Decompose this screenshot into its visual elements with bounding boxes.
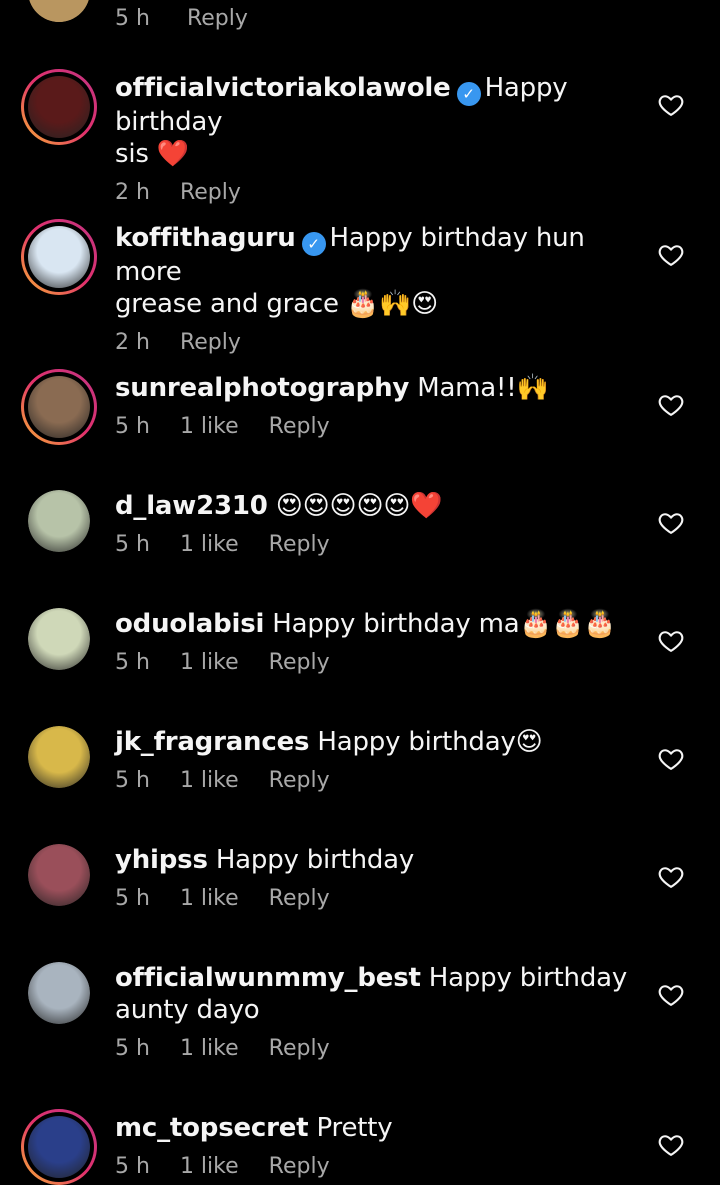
comment-text: d_law2310 😍😍😍😍😍❤️ (115, 490, 645, 522)
reply-button[interactable]: Reply (180, 330, 241, 355)
comment-time: 5 h (115, 1154, 150, 1179)
comment-time: 5 h (115, 768, 150, 793)
avatar[interactable] (28, 726, 90, 788)
avatar-image (28, 490, 90, 552)
comment-text-line1: Mama!!🙌 (417, 373, 549, 403)
avatar[interactable] (28, 962, 90, 1024)
comment-username[interactable]: jk_fragrances (115, 727, 309, 757)
comment-likes[interactable]: 1 like (180, 414, 239, 439)
like-heart-icon[interactable] (657, 509, 685, 537)
avatar[interactable] (28, 844, 90, 906)
like-heart-icon[interactable] (657, 627, 685, 655)
avatar[interactable] (28, 0, 90, 22)
reply-button[interactable]: Reply (269, 532, 330, 557)
comment-time: 5 h (115, 6, 150, 31)
comment-meta: 5 h 1 like Reply (115, 884, 645, 914)
comment-time: 5 h (115, 886, 150, 911)
like-heart-icon[interactable] (657, 981, 685, 1009)
comment-time: 5 h (115, 532, 150, 557)
reply-button[interactable]: Reply (269, 414, 330, 439)
comment-text-line1: Happy birthday (215, 845, 415, 875)
comment-likes[interactable]: 1 like (180, 1154, 239, 1179)
like-heart-icon[interactable] (657, 241, 685, 269)
avatar-image (28, 726, 90, 788)
comment-username[interactable]: officialvictoriakolawole (115, 73, 451, 103)
comment-meta: 5 h 1 like Reply (115, 1034, 645, 1064)
comment-meta: 2 h Reply (115, 328, 645, 358)
comment-meta: 5 h 1 like Reply (115, 648, 645, 678)
comment-username[interactable]: d_law2310 (115, 491, 268, 521)
avatar[interactable] (21, 1109, 97, 1185)
comment-username[interactable]: oduolabisi (115, 609, 264, 639)
comment-time: 5 h (115, 1036, 150, 1061)
comment-username[interactable]: officialwunmmy_best (115, 963, 421, 993)
comment-text-line2: aunty dayo (115, 995, 260, 1025)
comment-likes[interactable]: 1 like (180, 1036, 239, 1061)
comment-meta: 5 h Reply (115, 4, 645, 34)
avatar[interactable] (28, 490, 90, 552)
comment-time: 2 h (115, 180, 150, 205)
reply-button[interactable]: Reply (269, 1036, 330, 1061)
avatar-image (28, 76, 90, 138)
comment-text: jk_fragrances Happy birthday😍 (115, 726, 645, 758)
comment-username[interactable]: koffithaguru (115, 223, 296, 253)
comment-username[interactable]: yhipss (115, 845, 208, 875)
avatar-image (28, 608, 90, 670)
comment-text: officialvictoriakolawole ✓ Happy birthday (115, 72, 645, 138)
reply-button[interactable]: Reply (180, 180, 241, 205)
comment-text-line1: Happy birthday ma🎂🎂🎂 (272, 609, 616, 639)
avatar[interactable] (21, 219, 97, 295)
comment-meta: 2 h Reply (115, 178, 645, 208)
reply-button[interactable]: Reply (269, 650, 330, 675)
comment-text-line2: sis ❤️ (115, 139, 189, 169)
comment-text: sunrealphotography Mama!!🙌 (115, 372, 645, 404)
avatar-image (28, 226, 90, 288)
comment-text-line2: grease and grace 🎂🙌😍 (115, 289, 439, 319)
reply-button[interactable]: Reply (269, 1154, 330, 1179)
avatar[interactable] (21, 69, 97, 145)
reply-button[interactable]: Reply (269, 768, 330, 793)
avatar-image (28, 1116, 90, 1178)
reply-button[interactable]: Reply (269, 886, 330, 911)
avatar-image (28, 376, 90, 438)
comment-likes[interactable]: 1 like (180, 886, 239, 911)
comment-text-line1: Pretty (316, 1113, 393, 1143)
comment-text-line1: 😍😍😍😍😍❤️ (275, 491, 443, 521)
comment-likes[interactable]: 1 like (180, 768, 239, 793)
comment-time: 2 h (115, 330, 150, 355)
like-heart-icon[interactable] (657, 1131, 685, 1159)
reply-button[interactable]: Reply (187, 6, 248, 31)
verified-badge-icon: ✓ (456, 82, 481, 106)
comment-text: officialwunmmy_best Happy birthday (115, 962, 645, 994)
verified-badge-icon: ✓ (301, 232, 326, 256)
comment-meta: 5 h 1 like Reply (115, 1152, 645, 1182)
comment-text: koffithaguru ✓ Happy birthday hun more (115, 222, 645, 288)
avatar[interactable] (28, 608, 90, 670)
comment-meta: 5 h 1 like Reply (115, 530, 645, 560)
comment-likes[interactable]: 1 like (180, 532, 239, 557)
comment-text: oduolabisi Happy birthday ma🎂🎂🎂 (115, 608, 645, 640)
comment-likes[interactable]: 1 like (180, 650, 239, 675)
comment-time: 5 h (115, 650, 150, 675)
comment-username[interactable]: mc_topsecret (115, 1113, 309, 1143)
comment-text-line1: Happy birthday😍 (317, 727, 543, 757)
comment-text-line1: Happy birthday (428, 963, 628, 993)
like-heart-icon[interactable] (657, 391, 685, 419)
avatar-image (28, 962, 90, 1024)
comment-username[interactable]: sunrealphotography (115, 373, 409, 403)
comments-feed: 5 h Reply officialvictoriakolawole ✓ Happy… (0, 0, 720, 1182)
comment-meta: 5 h 1 like Reply (115, 766, 645, 796)
comment-text: yhipss Happy birthday (115, 844, 645, 876)
avatar[interactable] (21, 369, 97, 445)
like-heart-icon[interactable] (657, 745, 685, 773)
comment-text: mc_topsecret Pretty (115, 1112, 645, 1144)
like-heart-icon[interactable] (657, 863, 685, 891)
comment-time: 5 h (115, 414, 150, 439)
comment-meta: 5 h 1 like Reply (115, 412, 645, 442)
like-heart-icon[interactable] (657, 91, 685, 119)
avatar-image (28, 844, 90, 906)
